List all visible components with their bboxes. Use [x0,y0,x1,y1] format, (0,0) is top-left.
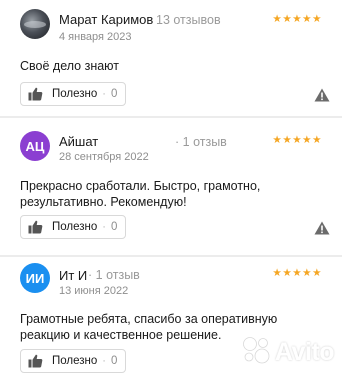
review-card: АЦ Айшат · 1 отзыв 28 сентября 2022 ★★★★… [0,118,342,255]
useful-count: 0 [110,355,118,367]
avito-watermark: Avito [241,335,335,370]
rating-stars: ★★★★★ [272,13,322,25]
warning-triangle-icon[interactable] [314,88,330,102]
useful-count: 0 [110,221,118,233]
warning-triangle-icon[interactable] [314,221,330,235]
avatar[interactable]: ИИ [20,263,50,293]
separator-dot: · [102,355,106,367]
avito-logo-icon [241,335,271,370]
rating-stars: ★★★★★ [272,134,322,146]
rating-stars: ★★★★★ [272,267,322,279]
reviews-count[interactable]: · 1 отзыв [88,268,140,282]
review-date: 4 января 2023 [59,31,132,43]
review-author[interactable]: Айшат [59,134,98,149]
reviews-count[interactable]: 13 отзывов [156,13,221,27]
review-date: 13 июня 2022 [59,285,129,297]
useful-button[interactable]: Полезно · 0 [20,349,127,373]
separator-dot: · [102,221,106,233]
review-author[interactable]: Ит И [59,268,87,283]
useful-count: 0 [110,88,118,100]
separator-dot: · [102,88,106,100]
reviews-count[interactable]: · 1 отзыв [175,135,227,149]
avatar[interactable]: АЦ [20,131,50,161]
review-card: Марат Каримов 13 отзывов 4 января 2023 ★… [0,0,342,117]
avatar[interactable] [20,9,50,39]
thumbs-up-icon [28,87,43,101]
avito-watermark-text: Avito [274,338,335,366]
review-text: Своё дело знают [20,59,120,73]
useful-button[interactable]: Полезно · 0 [20,215,127,239]
useful-label: Полезно [52,88,98,100]
useful-button[interactable]: Полезно · 0 [20,82,127,106]
thumbs-up-icon [28,354,43,368]
useful-label: Полезно [52,355,98,367]
review-text: Прекрасно сработали. Быстро, грамотно, р… [20,179,261,209]
review-author[interactable]: Марат Каримов [59,12,153,27]
useful-label: Полезно [52,221,98,233]
review-date: 28 сентября 2022 [59,151,149,163]
thumbs-up-icon [28,220,43,234]
